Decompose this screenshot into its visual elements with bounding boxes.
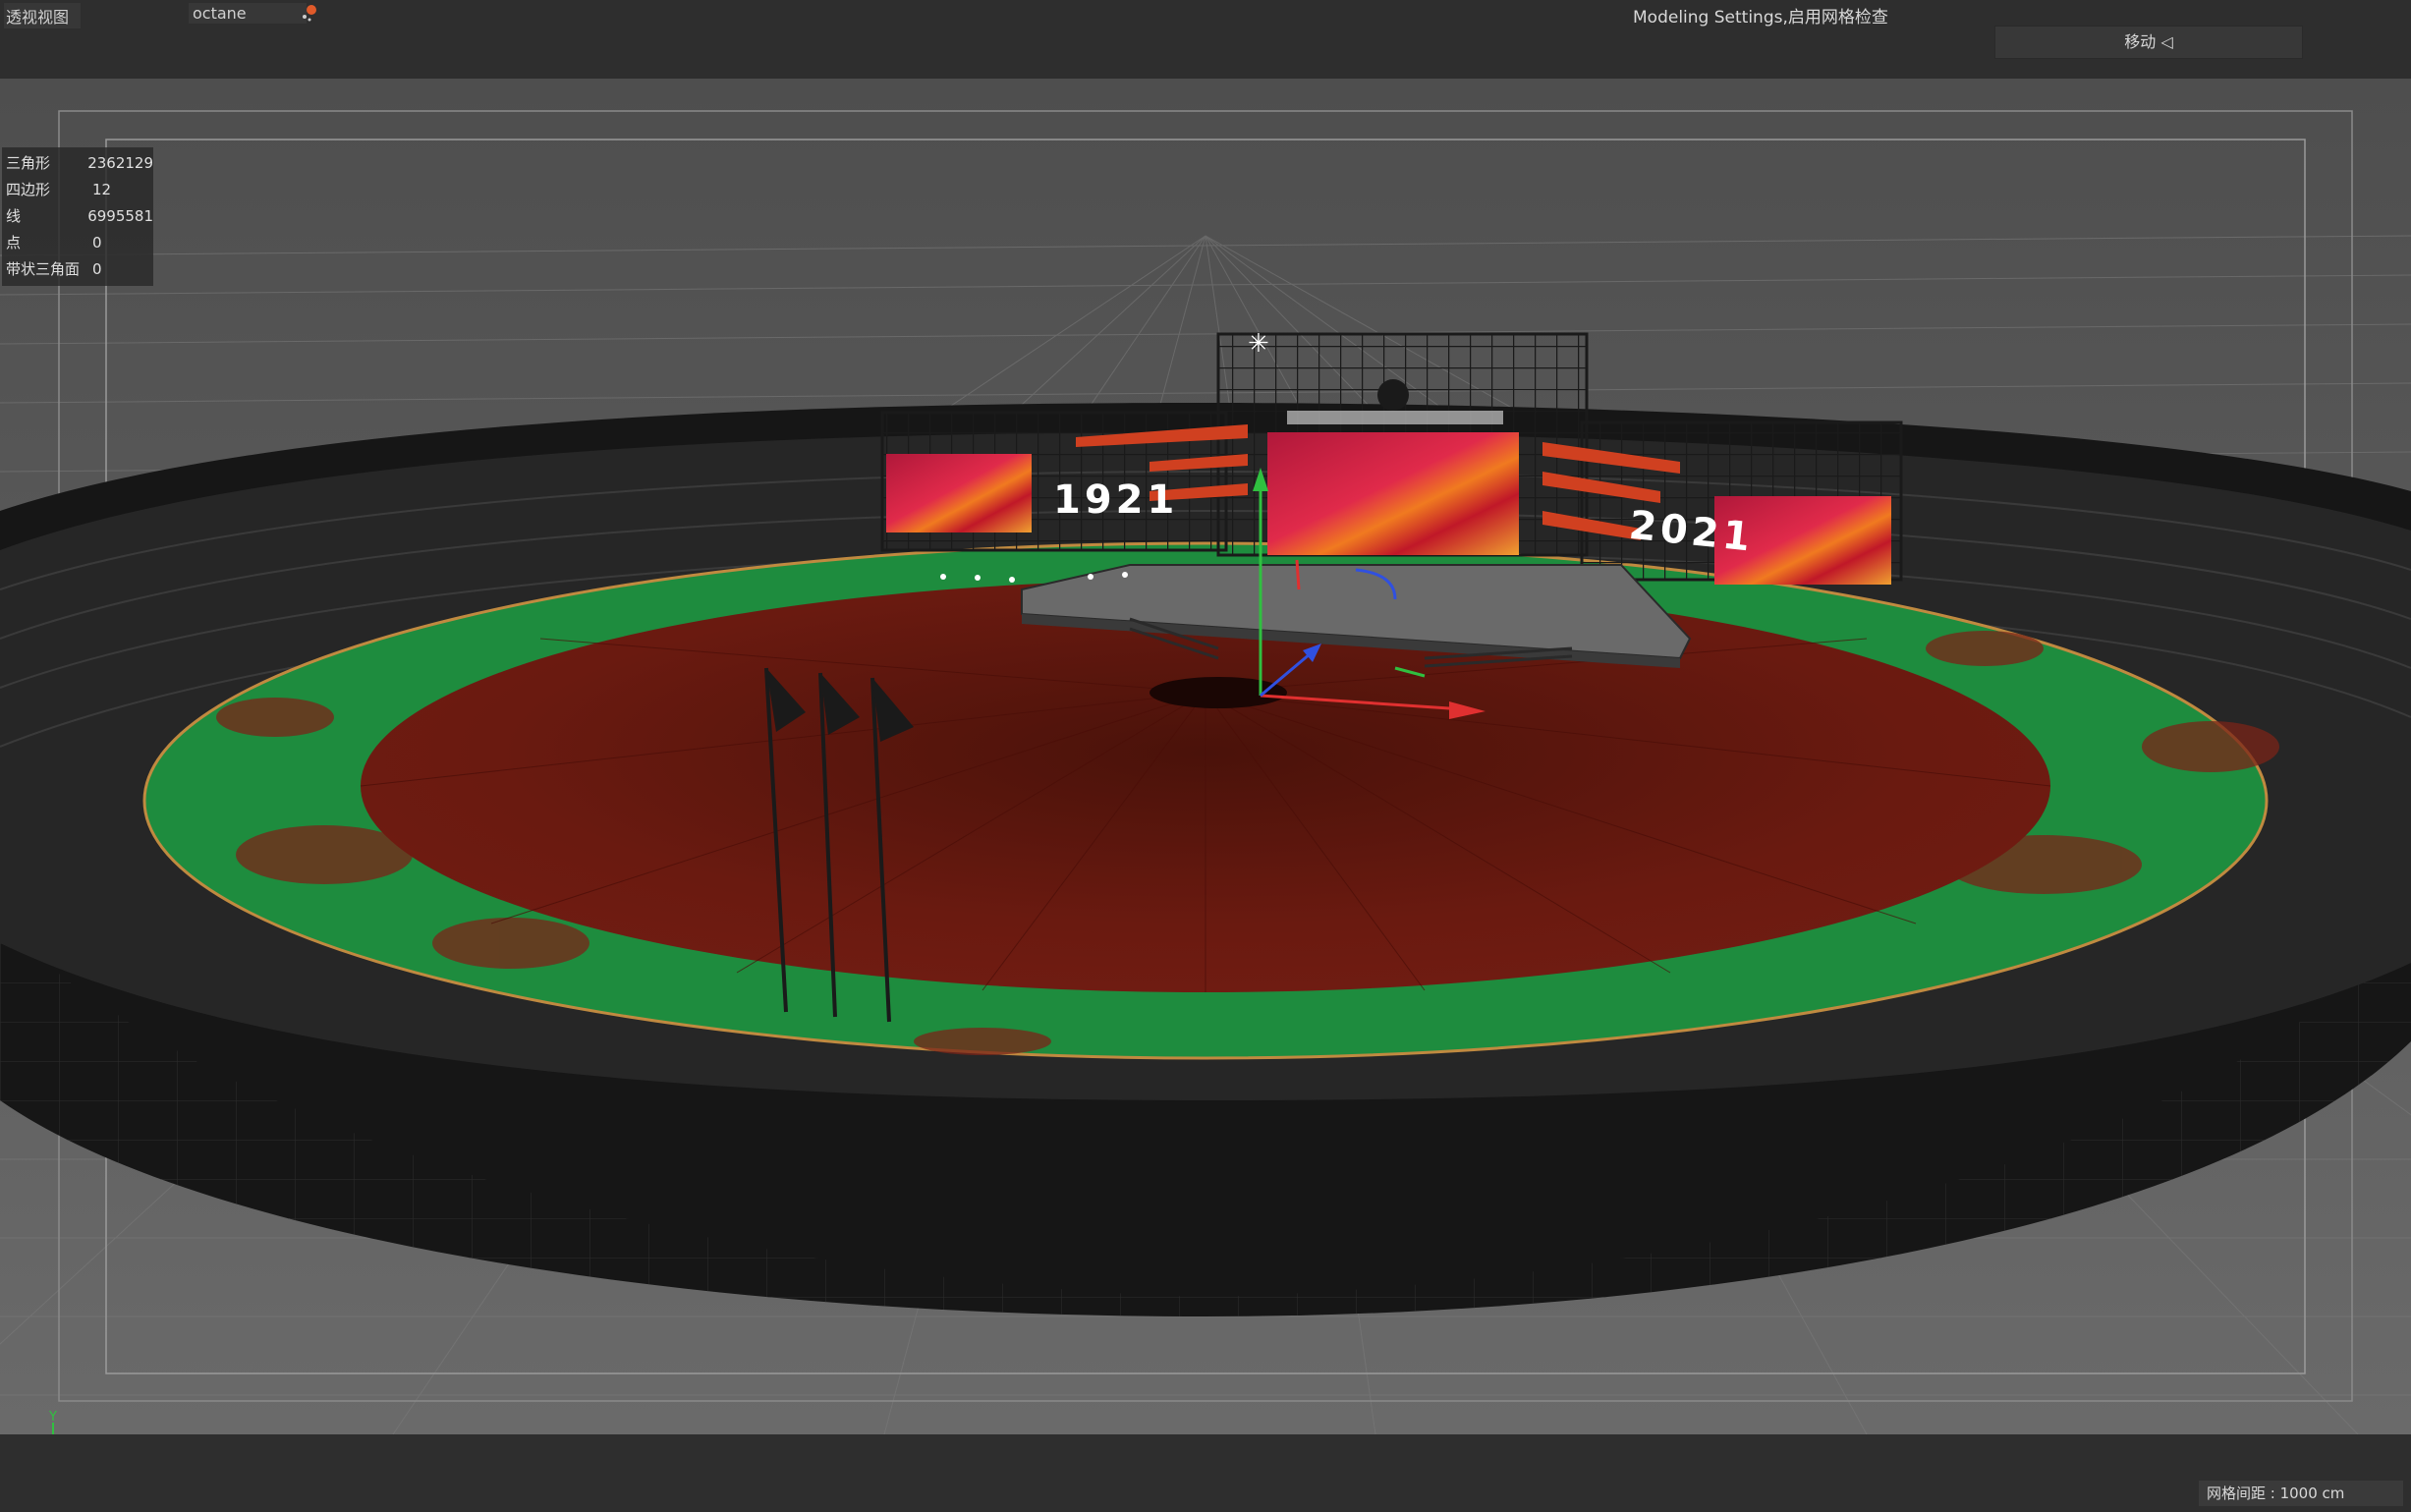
viewport-footer: 网格间距 : 1000 cm: [0, 1434, 2411, 1512]
stats-row-lines: 线 6995581: [6, 206, 153, 226]
stats-row-points: 点 0: [6, 233, 102, 252]
stats-row-quads: 四边形 12: [6, 180, 112, 199]
grid-spacing-readout: 网格间距 : 1000 cm: [2199, 1481, 2403, 1506]
stats-row-strips: 带状三角面 0: [6, 259, 102, 279]
scene-stats-panel: 三角形 2362129 四边形 12 线 6995581 点 0 带状三角面 0: [2, 147, 153, 286]
stats-row-triangles: 三角形 2362129: [6, 153, 153, 173]
year-1921-text: 1921: [1053, 477, 1178, 523]
led-screen-left[interactable]: [886, 454, 1032, 532]
viewport-header: 透视视图 octane Modeling Settings,启用网格检查 移动 …: [0, 0, 2411, 80]
perspective-viewport[interactable]: 1921 2021 ✳ 三角形 2362129 四边形 12 线 6995581…: [0, 79, 2411, 1434]
move-tool-button[interactable]: 移动 ◁: [1994, 26, 2303, 59]
scene-canvas[interactable]: 1921 2021 ✳: [0, 79, 2411, 1434]
viewport-app: 透视视图 octane Modeling Settings,启用网格检查 移动 …: [0, 0, 2411, 1512]
axis-y-label: Y: [48, 1410, 57, 1425]
light-star-icon[interactable]: ✳: [1248, 329, 1269, 359]
mode-title: Modeling Settings,启用网格检查: [1633, 8, 1888, 28]
led-screen-center[interactable]: [1267, 432, 1519, 555]
octane-render-icon[interactable]: [299, 2, 320, 24]
renderer-selector[interactable]: octane: [189, 3, 307, 24]
stage-sphere[interactable]: [1377, 379, 1409, 411]
view-menu[interactable]: 透视视图: [4, 3, 82, 28]
